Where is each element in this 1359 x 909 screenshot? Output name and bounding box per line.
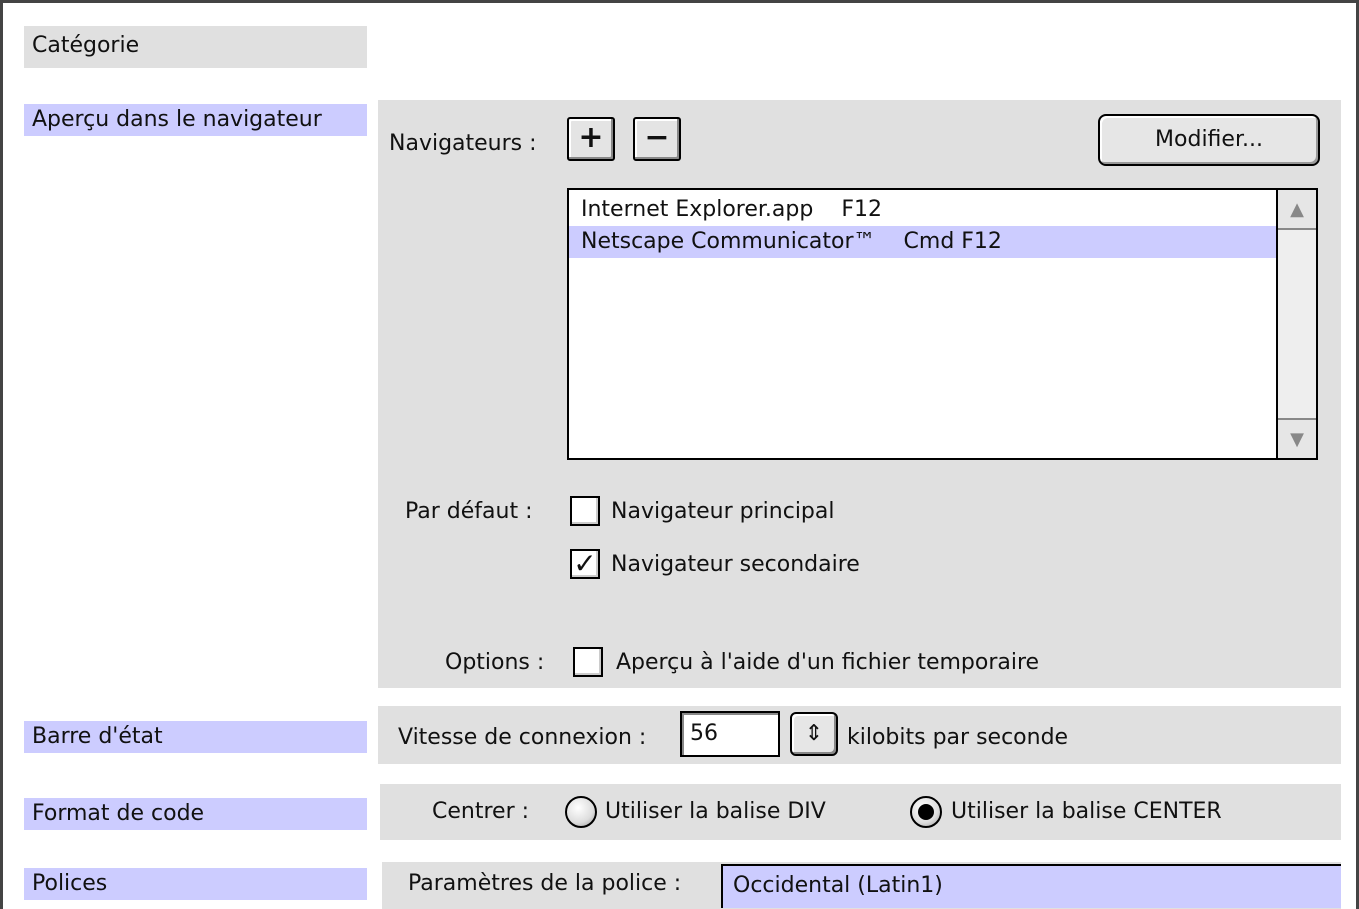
radio-center-tag[interactable] bbox=[910, 796, 942, 828]
browser-shortcut: Cmd F12 bbox=[903, 229, 1002, 254]
up-down-arrows-icon: ⇕ bbox=[804, 721, 824, 746]
category-item-code-format[interactable]: Format de code bbox=[24, 798, 367, 830]
remove-browser-button[interactable]: − bbox=[633, 117, 681, 161]
connection-speed-stepper[interactable]: ⇕ bbox=[790, 712, 838, 756]
primary-browser-checkbox[interactable] bbox=[570, 496, 600, 526]
temp-file-checkbox[interactable] bbox=[573, 647, 603, 677]
scroll-down-arrow-icon[interactable]: ▼ bbox=[1278, 418, 1316, 458]
checkmark-icon: ✓ bbox=[573, 547, 597, 580]
font-settings-label: Paramètres de la police : bbox=[408, 871, 682, 896]
browsers-label: Navigateurs : bbox=[389, 131, 537, 156]
font-settings-field[interactable]: Occidental (Latin1) bbox=[721, 864, 1341, 908]
secondary-browser-label: Navigateur secondaire bbox=[611, 552, 860, 577]
category-header: Catégorie bbox=[24, 26, 367, 68]
browser-list[interactable]: Internet Explorer.app F12 Netscape Commu… bbox=[567, 188, 1318, 460]
scroll-up-arrow-icon[interactable]: ▲ bbox=[1278, 190, 1316, 230]
options-label: Options : bbox=[445, 650, 545, 675]
connection-speed-unit: kilobits par seconde bbox=[847, 725, 1069, 750]
category-item-fonts[interactable]: Polices bbox=[24, 868, 367, 900]
radio-center-tag-label: Utiliser la balise CENTER bbox=[951, 799, 1222, 824]
radio-div-tag-label: Utiliser la balise DIV bbox=[605, 799, 826, 824]
browser-list-scrollbar[interactable]: ▲ ▼ bbox=[1276, 190, 1316, 458]
primary-browser-label: Navigateur principal bbox=[611, 499, 835, 524]
browser-name: Internet Explorer.app bbox=[581, 197, 814, 222]
secondary-browser-checkbox[interactable]: ✓ bbox=[570, 549, 600, 579]
list-item-browser-selected[interactable]: Netscape Communicator™ Cmd F12 bbox=[569, 226, 1276, 258]
category-item-browser-preview[interactable]: Aperçu dans le navigateur bbox=[24, 104, 367, 136]
plus-icon: + bbox=[578, 120, 604, 155]
temp-file-label: Aperçu à l'aide d'un fichier temporaire bbox=[616, 650, 1040, 675]
minus-icon: − bbox=[644, 120, 670, 155]
list-item-browser[interactable]: Internet Explorer.app F12 bbox=[569, 194, 1276, 226]
defaults-label: Par défaut : bbox=[405, 499, 533, 524]
category-item-status-bar[interactable]: Barre d'état bbox=[24, 721, 367, 753]
add-browser-button[interactable]: + bbox=[567, 117, 615, 161]
modify-browser-button[interactable]: Modifier... bbox=[1098, 114, 1320, 166]
connection-speed-label: Vitesse de connexion : bbox=[398, 725, 647, 750]
radio-div-tag[interactable] bbox=[565, 796, 597, 828]
connection-speed-input[interactable]: 56 bbox=[680, 711, 780, 757]
browser-name: Netscape Communicator™ bbox=[581, 229, 876, 254]
center-label: Centrer : bbox=[432, 799, 530, 824]
browser-shortcut: F12 bbox=[841, 197, 882, 222]
